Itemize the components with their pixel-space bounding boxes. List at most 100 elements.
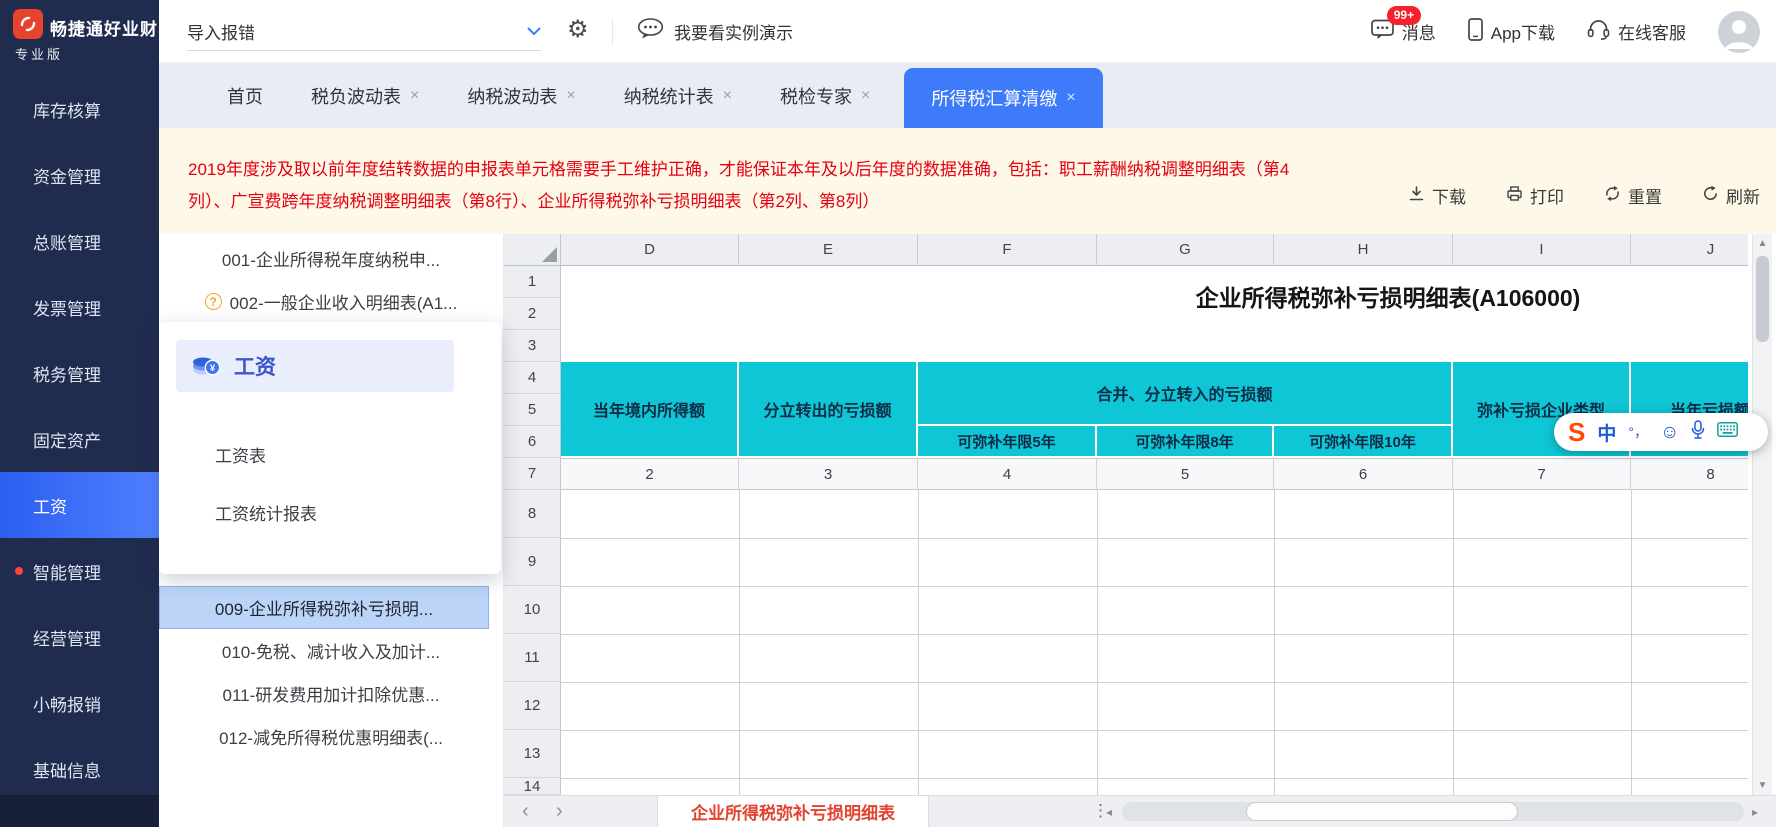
report-item-009-selected[interactable]: 009-企业所得税弥补亏损明... xyxy=(159,586,489,629)
ime-punctuation-toggle[interactable]: °， xyxy=(1628,422,1648,442)
row-header-10[interactable]: 10 xyxy=(504,586,561,634)
report-item-012[interactable]: 012-减免所得税优惠明细表(... xyxy=(159,715,503,758)
online-support-button[interactable]: 在线客服 xyxy=(1587,18,1686,45)
sidebar-item-general-ledger[interactable]: 总账管理 xyxy=(0,208,159,274)
messages-button[interactable]: 99+ 消息 xyxy=(1370,5,1436,45)
index-cell-g[interactable]: 5 xyxy=(1097,458,1274,490)
emoji-icon[interactable]: ☺ xyxy=(1660,423,1679,442)
index-cell-f[interactable]: 4 xyxy=(918,458,1097,490)
report-item-001[interactable]: 001-企业所得税年度纳税申... xyxy=(159,237,503,280)
column-header-e[interactable]: E xyxy=(739,234,918,266)
sidebar-item-payroll[interactable]: 工资 xyxy=(0,472,159,538)
reset-button[interactable]: 重置 xyxy=(1604,183,1662,208)
tab-income-tax-settlement[interactable]: 所得税汇算清缴 × xyxy=(904,68,1103,128)
scroll-down-icon[interactable]: ▼ xyxy=(1753,780,1772,791)
sidebar-item-funds-management[interactable]: 资金管理 xyxy=(0,142,159,208)
column-header-h[interactable]: H xyxy=(1274,234,1453,266)
row-header-12[interactable]: 12 xyxy=(504,682,561,730)
row-header-2[interactable]: 2 xyxy=(504,298,561,330)
refresh-button[interactable]: 刷新 xyxy=(1702,183,1760,208)
row-header-4[interactable]: 4 xyxy=(504,362,561,394)
row-header-13[interactable]: 13 xyxy=(504,730,561,778)
headset-icon xyxy=(1587,18,1610,45)
row-header-5[interactable]: 5 xyxy=(504,394,561,426)
hscroll-right-icon[interactable]: ▸ xyxy=(1752,805,1758,819)
column-header-g[interactable]: G xyxy=(1097,234,1274,266)
sidebar-item-smart-management[interactable]: 智能管理 xyxy=(0,538,159,604)
horizontal-scrollbar-thumb[interactable] xyxy=(1246,802,1518,821)
report-item-002[interactable]: ? 002-一般企业收入明细表(A1... xyxy=(159,280,503,323)
tab-close-icon[interactable]: × xyxy=(410,87,419,105)
row-header-11[interactable]: 11 xyxy=(504,634,561,682)
index-cell-h[interactable]: 6 xyxy=(1274,458,1453,490)
tab-tax-payment-fluctuation[interactable]: 纳税波动表 × xyxy=(443,83,599,109)
gridline xyxy=(561,730,1748,731)
row-header-3[interactable]: 3 xyxy=(504,330,561,362)
notification-dot xyxy=(15,567,23,575)
tab-tax-burden-fluctuation[interactable]: 税负波动表 × xyxy=(287,83,443,109)
print-button[interactable]: 打印 xyxy=(1506,183,1564,208)
index-cell-i[interactable]: 7 xyxy=(1453,458,1631,490)
vertical-scrollbar-thumb[interactable] xyxy=(1756,256,1769,342)
tab-tax-inspection-expert[interactable]: 税检专家 × xyxy=(756,83,894,109)
index-cell-d[interactable]: 2 xyxy=(561,458,739,490)
header-cell-d[interactable]: 当年境内所得额 xyxy=(561,362,739,458)
sheet-tab-active[interactable]: 企业所得税弥补亏损明细表 xyxy=(657,796,929,827)
row-header-8[interactable]: 8 xyxy=(504,490,561,538)
row-header-14[interactable]: 14 xyxy=(504,778,561,795)
tab-close-icon[interactable]: × xyxy=(723,87,732,105)
tab-close-icon[interactable]: × xyxy=(861,87,870,105)
ime-logo[interactable]: S xyxy=(1568,419,1585,445)
row-header-6[interactable]: 6 xyxy=(504,426,561,458)
sidebar-item-basic-info[interactable]: 基础信息 xyxy=(0,736,159,802)
import-error-select[interactable]: 导入报错 xyxy=(187,13,541,51)
microphone-icon[interactable] xyxy=(1691,420,1705,444)
vertical-scrollbar[interactable]: ▲ ▼ xyxy=(1752,234,1772,795)
app-download-button[interactable]: App下载 xyxy=(1467,17,1555,46)
column-header-d[interactable]: D xyxy=(561,234,739,266)
report-item-010[interactable]: 010-免税、减计收入及加计... xyxy=(159,629,503,672)
sidebar-item-label: 智能管理 xyxy=(33,563,101,583)
demo-link[interactable]: 我要看实例演示 xyxy=(637,13,793,50)
row-header-9[interactable]: 9 xyxy=(504,538,561,586)
header-cell-g[interactable]: 可弥补年限8年 xyxy=(1097,426,1274,458)
help-icon[interactable]: ? xyxy=(204,293,222,310)
sidebar-item-expense-reimbursement[interactable]: 小畅报销 xyxy=(0,670,159,736)
select-all-corner[interactable] xyxy=(504,234,561,266)
sidebar-item-fixed-assets[interactable]: 固定资产 xyxy=(0,406,159,472)
row-header-7[interactable]: 7 xyxy=(504,458,561,490)
hscroll-left-icon[interactable]: ◂ xyxy=(1106,805,1112,819)
row-header-1[interactable]: 1 xyxy=(504,266,561,298)
sidebar-item-inventory-accounting[interactable]: 库存核算 xyxy=(0,76,159,142)
report-item-011[interactable]: 011-研发费用加计扣除优惠... xyxy=(159,672,503,715)
index-cell-j[interactable]: 8 xyxy=(1631,458,1748,490)
download-button[interactable]: 下载 xyxy=(1408,183,1466,208)
column-header-j[interactable]: J xyxy=(1631,234,1748,266)
popup-item-payroll-statistics[interactable]: 工资统计报表 xyxy=(215,500,317,524)
tab-close-icon[interactable]: × xyxy=(566,87,575,105)
column-header-f[interactable]: F xyxy=(918,234,1097,266)
popup-item-payroll-sheet[interactable]: 工资表 xyxy=(215,442,266,466)
sheet-prev-icon[interactable]: ‹ xyxy=(522,796,529,827)
sidebar-item-tax-management[interactable]: 税务管理 xyxy=(0,340,159,406)
column-header-i[interactable]: I xyxy=(1453,234,1631,266)
tab-tax-statistics[interactable]: 纳税统计表 × xyxy=(600,83,756,109)
tab-close-icon[interactable]: × xyxy=(1066,89,1075,107)
keyboard-icon[interactable] xyxy=(1717,422,1739,442)
sidebar-item-invoice-management[interactable]: 发票管理 xyxy=(0,274,159,340)
ime-language-mode[interactable]: 中 xyxy=(1597,419,1616,446)
gear-icon[interactable]: ⚙ xyxy=(567,15,589,44)
header-cell-e[interactable]: 分立转出的亏损额 xyxy=(739,362,918,458)
tab-home[interactable]: 首页 xyxy=(203,83,287,109)
popup-header-payroll[interactable]: ¥ 工资 xyxy=(176,340,454,392)
index-cell-e[interactable]: 3 xyxy=(739,458,918,490)
scroll-up-icon[interactable]: ▲ xyxy=(1753,238,1772,249)
svg-text:¥: ¥ xyxy=(210,363,216,374)
sheet-next-icon[interactable]: › xyxy=(556,796,563,827)
sidebar-item-business-management[interactable]: 经营管理 xyxy=(0,604,159,670)
user-avatar[interactable] xyxy=(1718,10,1760,53)
header-cell-h[interactable]: 可弥补年限10年 xyxy=(1274,426,1453,458)
header-cell-fgh-group[interactable]: 合并、分立转入的亏损额 xyxy=(918,362,1453,426)
warning-line-1: 2019年度涉及取以前年度结转数据的申报表单元格需要手工维护正确，才能保证本年及… xyxy=(188,160,1290,179)
header-cell-f[interactable]: 可弥补年限5年 xyxy=(918,426,1097,458)
